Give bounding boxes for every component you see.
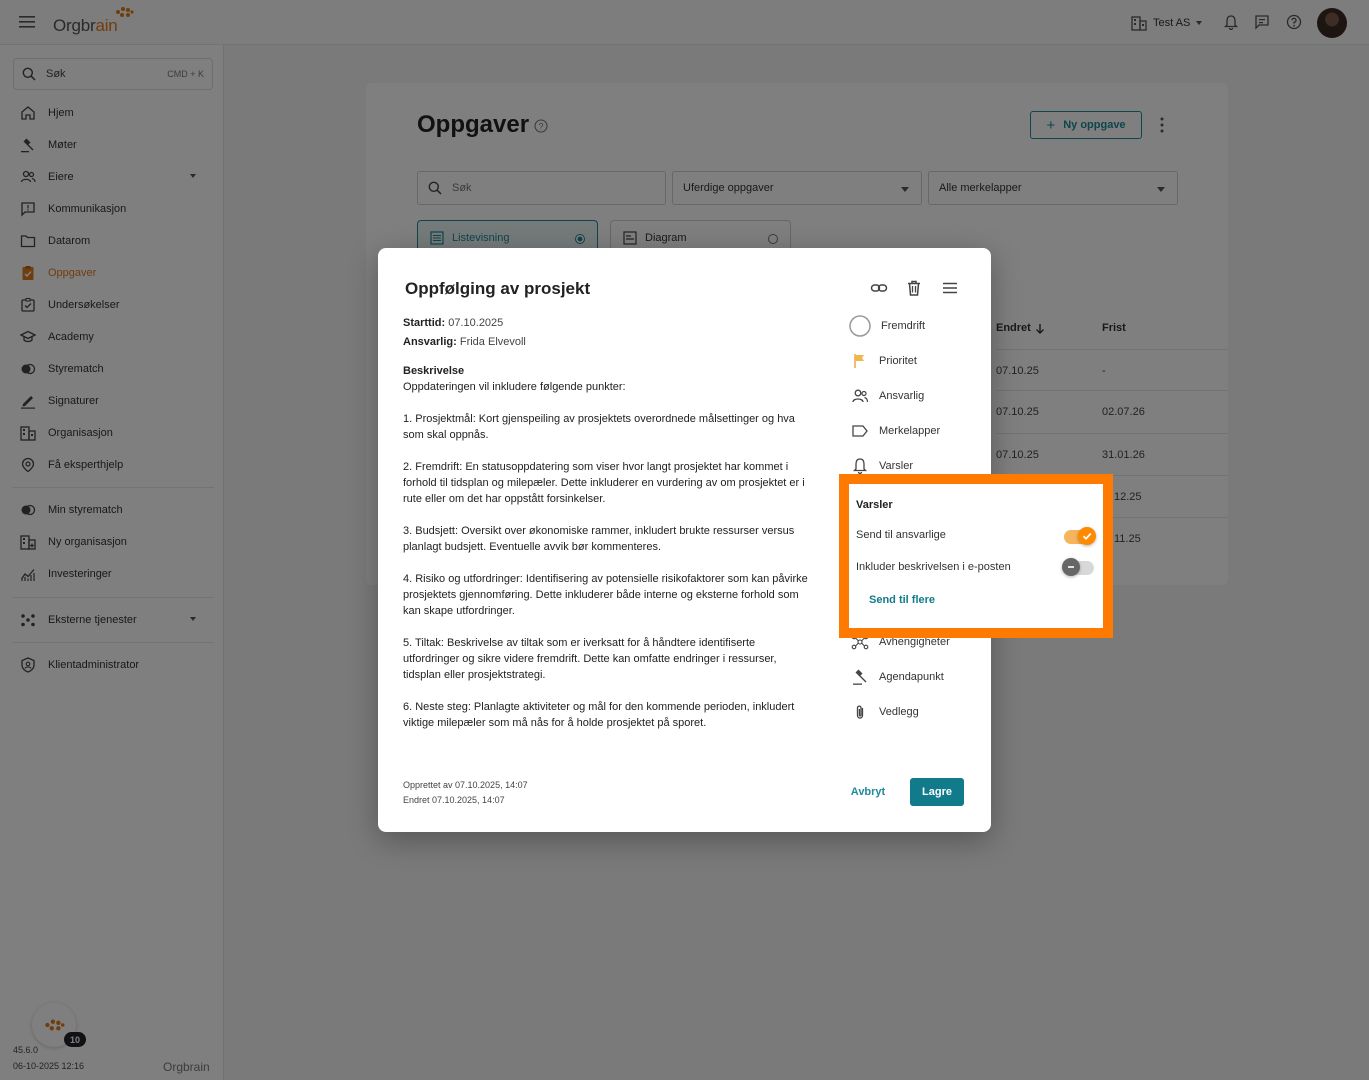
changed-info: Endret 07.10.2025, 14:07: [403, 795, 505, 805]
created-info: Opprettet av 07.10.2025, 14:07: [403, 780, 528, 790]
description-point: 2. Fremdrift: En statusoppdatering som v…: [403, 461, 805, 505]
save-button[interactable]: Lagre: [910, 778, 964, 806]
description-intro: Oppdateringen vil inkludere følgende pun…: [403, 381, 626, 393]
gavel-icon: [853, 669, 867, 685]
side-item-label: Merkelapper: [879, 425, 941, 437]
description-point: 1. Prosjektmål: Kort gjenspeiling av pro…: [403, 413, 795, 441]
side-item-label: Varsler: [879, 460, 914, 472]
minus-icon: [1068, 566, 1074, 568]
progress-circle-icon: [849, 315, 871, 337]
label-icon: [852, 425, 868, 437]
side-item-label: Prioritet: [879, 355, 917, 367]
responsible-label: Ansvarlig:: [403, 336, 457, 348]
trash-icon[interactable]: [905, 279, 923, 297]
responsible-value: Frida Elvevoll: [459, 336, 526, 348]
side-item-label: Agendapunkt: [879, 671, 944, 683]
side-item-owner[interactable]: Ansvarlig: [851, 385, 924, 407]
include-description-toggle[interactable]: [1062, 558, 1094, 576]
send-to-owners-toggle[interactable]: [1064, 527, 1096, 545]
notifications-popover: Varsler Send til ansvarlige Inkluder bes…: [849, 484, 1103, 628]
link-icon[interactable]: [870, 279, 888, 297]
side-item-label: Vedlegg: [879, 706, 919, 718]
description-point: 4. Risiko og utfordringer: Identifiserin…: [403, 573, 808, 617]
paperclip-icon: [856, 705, 864, 719]
include-description-label: Inkluder beskrivelsen i e-posten: [856, 561, 1011, 573]
description-heading: Beskrivelse: [403, 365, 465, 377]
side-item-progress[interactable]: Fremdrift: [849, 315, 925, 337]
send-to-owners-label: Send til ansvarlige: [856, 529, 946, 541]
dialog-title: Oppfølging av prosjekt: [405, 279, 591, 298]
people-icon: [852, 389, 869, 403]
responsible: Ansvarlig: Frida Elvevoll: [403, 336, 526, 348]
cancel-button[interactable]: Avbryt: [846, 780, 890, 804]
start-time-label: Starttid:: [403, 317, 446, 329]
bell-icon: [852, 458, 868, 475]
side-item-priority[interactable]: Prioritet: [851, 350, 917, 372]
flag-icon: [854, 354, 864, 368]
description-point: 5. Tiltak: Beskrivelse av tiltak som er …: [403, 637, 777, 681]
check-icon: [1082, 532, 1092, 540]
start-time: Starttid: 07.10.2025: [403, 317, 503, 329]
description-point: 6. Neste steg: Planlagte aktiviteter og …: [403, 701, 795, 729]
toggle-knob: [1062, 558, 1080, 576]
toggle-knob: [1078, 527, 1096, 545]
side-item-label: Fremdrift: [881, 320, 925, 332]
side-item-agenda[interactable]: Agendapunkt: [851, 666, 944, 688]
send-to-more-link[interactable]: Send til flere: [869, 594, 935, 606]
start-time-value: 07.10.2025: [448, 317, 504, 329]
popover-title: Varsler: [856, 499, 893, 511]
side-item-label: Ansvarlig: [879, 390, 925, 402]
description-point: 3. Budsjett: Oversikt over økonomiske ra…: [403, 525, 795, 553]
side-item-tags[interactable]: Merkelapper: [851, 420, 940, 442]
side-item-attachments[interactable]: Vedlegg: [851, 701, 919, 723]
menu-icon[interactable]: [941, 279, 959, 297]
